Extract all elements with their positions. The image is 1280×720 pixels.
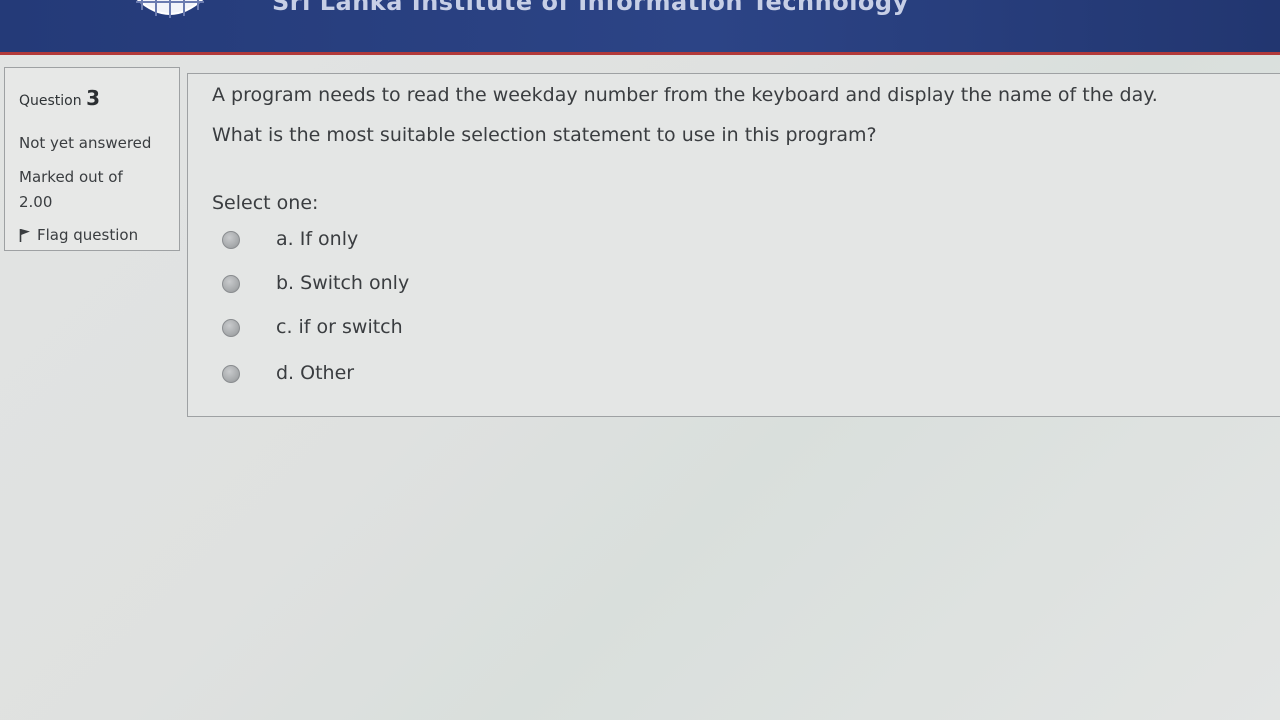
site-title[interactable]: Sri Lanka Institute of Information Techn…: [272, 0, 909, 16]
flag-question-label[interactable]: Flag question: [37, 226, 138, 244]
question-number: 3: [86, 86, 100, 110]
crest-logo-icon[interactable]: [128, 0, 212, 24]
radio-button-icon[interactable]: [222, 365, 240, 383]
grade-label: Marked out of: [19, 168, 123, 186]
answer-option-a[interactable]: a. If only: [222, 226, 622, 256]
answer-prompt: Select one:: [212, 192, 319, 214]
answer-option-label[interactable]: d. Other: [276, 362, 354, 384]
radio-button-icon[interactable]: [222, 319, 240, 337]
site-header: Sri Lanka Institute of Information Techn…: [0, 0, 1280, 55]
answer-option-b[interactable]: b. Switch only: [222, 270, 622, 300]
question-info-panel: Question 3 Not yet answered Marked out o…: [4, 67, 180, 251]
grade-value: 2.00: [19, 193, 53, 211]
radio-button-icon[interactable]: [222, 275, 240, 293]
answer-option-label[interactable]: c. if or switch: [276, 316, 403, 338]
flag-question-link[interactable]: Flag question: [19, 226, 138, 244]
question-number-label: Question 3: [19, 86, 100, 110]
answer-option-d[interactable]: d. Other: [222, 360, 622, 390]
answer-option-label[interactable]: a. If only: [276, 228, 358, 250]
radio-button-icon[interactable]: [222, 231, 240, 249]
question-state: Not yet answered: [19, 134, 152, 152]
question-panel: A program needs to read the weekday numb…: [187, 73, 1280, 417]
question-text-line-2: What is the most suitable selection stat…: [212, 124, 877, 146]
flag-icon: [19, 229, 30, 242]
question-label: Question: [19, 93, 82, 109]
question-text-line-1: A program needs to read the weekday numb…: [212, 84, 1158, 106]
answer-option-label[interactable]: b. Switch only: [276, 272, 409, 294]
answer-option-c[interactable]: c. if or switch: [222, 314, 622, 344]
quiz-content: Question 3 Not yet answered Marked out o…: [0, 55, 1280, 720]
